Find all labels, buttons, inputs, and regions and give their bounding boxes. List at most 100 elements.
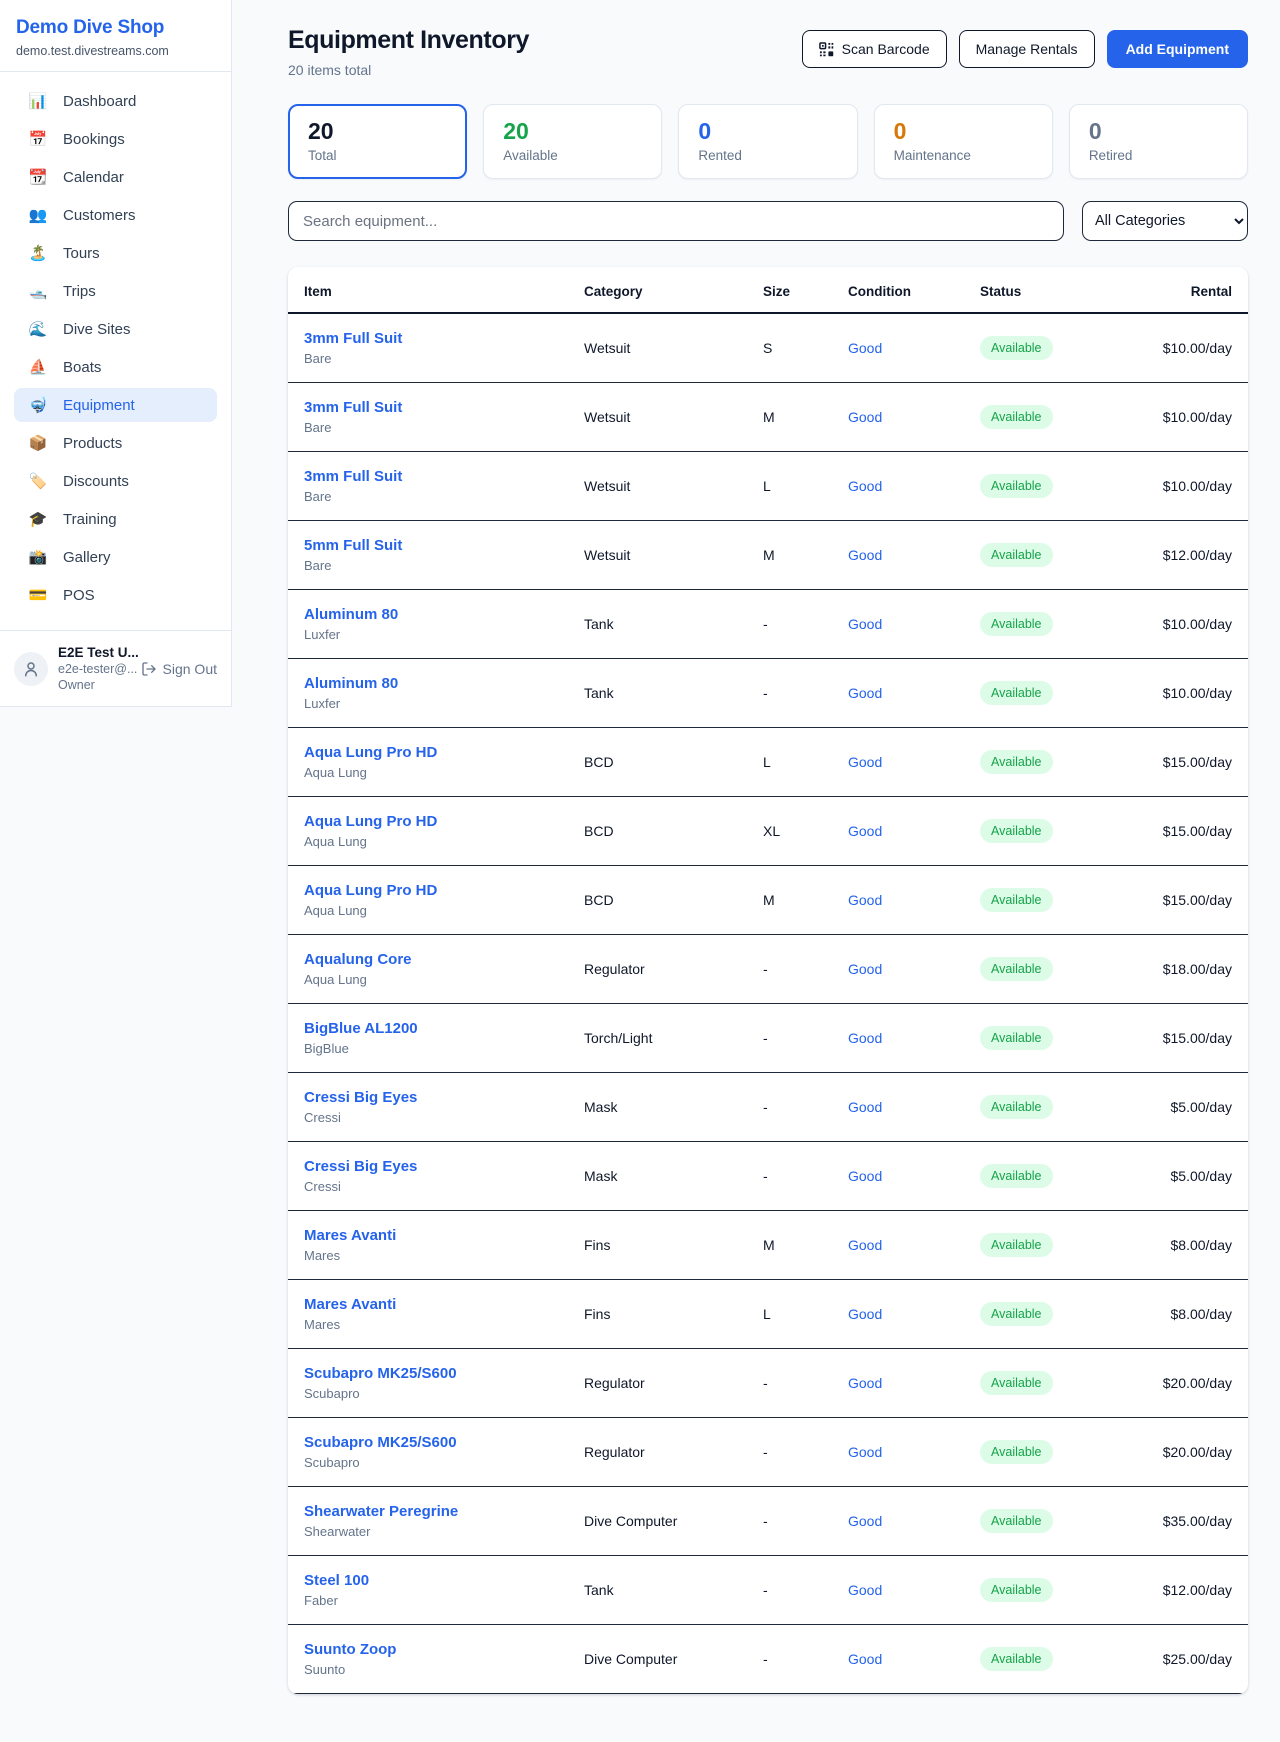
sidebar-item-dashboard[interactable]: 📊 Dashboard — [14, 84, 217, 118]
item-name-link[interactable]: Mares Avanti — [304, 1296, 584, 1313]
condition-link[interactable]: Good — [848, 1582, 980, 1598]
scan-barcode-button[interactable]: Scan Barcode — [802, 30, 947, 68]
condition-link[interactable]: Good — [848, 754, 980, 770]
item-name-link[interactable]: Aluminum 80 — [304, 606, 584, 623]
item-cell: Cressi Big Eyes Cressi — [304, 1089, 584, 1125]
condition-link[interactable]: Good — [848, 1651, 980, 1667]
rental-cell: $15.00/day — [1110, 1030, 1232, 1046]
condition-link[interactable]: Good — [848, 685, 980, 701]
sidebar-item-equipment[interactable]: 🤿 Equipment — [14, 388, 217, 422]
rental-cell: $10.00/day — [1110, 409, 1232, 425]
dashboard-icon: 📊 — [28, 92, 48, 110]
item-name-link[interactable]: Suunto Zoop — [304, 1641, 584, 1658]
condition-link[interactable]: Good — [848, 892, 980, 908]
condition-link[interactable]: Good — [848, 961, 980, 977]
sidebar-item-bookings[interactable]: 📅 Bookings — [14, 122, 217, 156]
sidebar-item-gallery[interactable]: 📸 Gallery — [14, 540, 217, 574]
item-name-link[interactable]: Scubapro MK25/S600 — [304, 1434, 584, 1451]
sign-out-button[interactable]: Sign Out — [141, 661, 217, 677]
scan-barcode-label: Scan Barcode — [842, 41, 930, 57]
column-header-condition: Condition — [848, 284, 980, 299]
size-cell: L — [763, 1306, 848, 1322]
condition-link[interactable]: Good — [848, 409, 980, 425]
sidebar-item-products[interactable]: 📦 Products — [14, 426, 217, 460]
condition-link[interactable]: Good — [848, 478, 980, 494]
sidebar-item-training[interactable]: 🎓 Training — [14, 502, 217, 536]
condition-link[interactable]: Good — [848, 547, 980, 563]
customers-icon: 👥 — [28, 206, 48, 224]
item-name-link[interactable]: Aluminum 80 — [304, 675, 584, 692]
item-name-link[interactable]: BigBlue AL1200 — [304, 1020, 584, 1037]
table-row: Suunto Zoop Suunto Dive Computer - Good … — [288, 1625, 1248, 1694]
condition-link[interactable]: Good — [848, 1306, 980, 1322]
page-title-block: Equipment Inventory 20 items total — [288, 26, 529, 78]
item-name-link[interactable]: Aqua Lung Pro HD — [304, 744, 584, 761]
item-name-link[interactable]: Steel 100 — [304, 1572, 584, 1589]
user-email: e2e-tester@... — [58, 662, 131, 676]
status-cell: Available — [980, 1164, 1110, 1188]
item-name-link[interactable]: Aqua Lung Pro HD — [304, 813, 584, 830]
boats-icon: ⛵ — [28, 358, 48, 376]
category-cell: Fins — [584, 1237, 763, 1253]
item-name-link[interactable]: Mares Avanti — [304, 1227, 584, 1244]
stat-card[interactable]: 20 Total — [288, 104, 467, 179]
item-cell: 3mm Full Suit Bare — [304, 330, 584, 366]
stat-card[interactable]: 0 Rented — [678, 104, 857, 179]
page-title: Equipment Inventory — [288, 26, 529, 55]
sidebar-item-dive-sites[interactable]: 🌊 Dive Sites — [14, 312, 217, 346]
condition-link[interactable]: Good — [848, 1375, 980, 1391]
condition-link[interactable]: Good — [848, 340, 980, 356]
size-cell: M — [763, 547, 848, 563]
sidebar-item-label: Gallery — [63, 549, 111, 566]
condition-link[interactable]: Good — [848, 1444, 980, 1460]
item-name-link[interactable]: Shearwater Peregrine — [304, 1503, 584, 1520]
stat-card[interactable]: 0 Retired — [1069, 104, 1248, 179]
stat-card[interactable]: 0 Maintenance — [874, 104, 1053, 179]
item-cell: Shearwater Peregrine Shearwater — [304, 1503, 584, 1539]
category-cell: Wetsuit — [584, 478, 763, 494]
item-name-link[interactable]: Aqua Lung Pro HD — [304, 882, 584, 899]
stat-label: Total — [308, 148, 447, 163]
item-brand: Aqua Lung — [304, 834, 584, 849]
condition-link[interactable]: Good — [848, 1099, 980, 1115]
stat-card[interactable]: 20 Available — [483, 104, 662, 179]
status-cell: Available — [980, 750, 1110, 774]
condition-link[interactable]: Good — [848, 1168, 980, 1184]
item-name-link[interactable]: Aqualung Core — [304, 951, 584, 968]
equipment-icon: 🤿 — [28, 396, 48, 414]
sidebar-item-calendar[interactable]: 📆 Calendar — [14, 160, 217, 194]
category-select[interactable]: All Categories — [1082, 201, 1248, 241]
sidebar-item-label: Dive Sites — [63, 321, 131, 338]
condition-link[interactable]: Good — [848, 1513, 980, 1529]
table-row: 3mm Full Suit Bare Wetsuit L Good Availa… — [288, 452, 1248, 521]
condition-link[interactable]: Good — [848, 616, 980, 632]
condition-link[interactable]: Good — [848, 1237, 980, 1253]
sidebar-item-trips[interactable]: 🛥️ Trips — [14, 274, 217, 308]
sidebar-item-label: Products — [63, 435, 122, 452]
item-name-link[interactable]: 3mm Full Suit — [304, 468, 584, 485]
manage-rentals-button[interactable]: Manage Rentals — [959, 30, 1095, 68]
sidebar-item-label: Trips — [63, 283, 96, 300]
condition-link[interactable]: Good — [848, 1030, 980, 1046]
stat-label: Retired — [1089, 148, 1228, 163]
sidebar-item-discounts[interactable]: 🏷️ Discounts — [14, 464, 217, 498]
sidebar-item-pos[interactable]: 💳 POS — [14, 578, 217, 612]
condition-link[interactable]: Good — [848, 823, 980, 839]
size-cell: L — [763, 478, 848, 494]
item-name-link[interactable]: 5mm Full Suit — [304, 537, 584, 554]
search-input[interactable] — [288, 201, 1064, 241]
item-name-link[interactable]: 3mm Full Suit — [304, 399, 584, 416]
sidebar: Demo Dive Shop demo.test.divestreams.com… — [0, 0, 232, 707]
status-cell: Available — [980, 336, 1110, 360]
item-name-link[interactable]: Cressi Big Eyes — [304, 1158, 584, 1175]
sidebar-item-tours[interactable]: 🏝️ Tours — [14, 236, 217, 270]
item-name-link[interactable]: Scubapro MK25/S600 — [304, 1365, 584, 1382]
status-badge: Available — [980, 1509, 1053, 1533]
status-cell: Available — [980, 1026, 1110, 1050]
sidebar-item-customers[interactable]: 👥 Customers — [14, 198, 217, 232]
item-name-link[interactable]: 3mm Full Suit — [304, 330, 584, 347]
rental-cell: $12.00/day — [1110, 547, 1232, 563]
sidebar-item-boats[interactable]: ⛵ Boats — [14, 350, 217, 384]
add-equipment-button[interactable]: Add Equipment — [1107, 30, 1248, 68]
item-name-link[interactable]: Cressi Big Eyes — [304, 1089, 584, 1106]
